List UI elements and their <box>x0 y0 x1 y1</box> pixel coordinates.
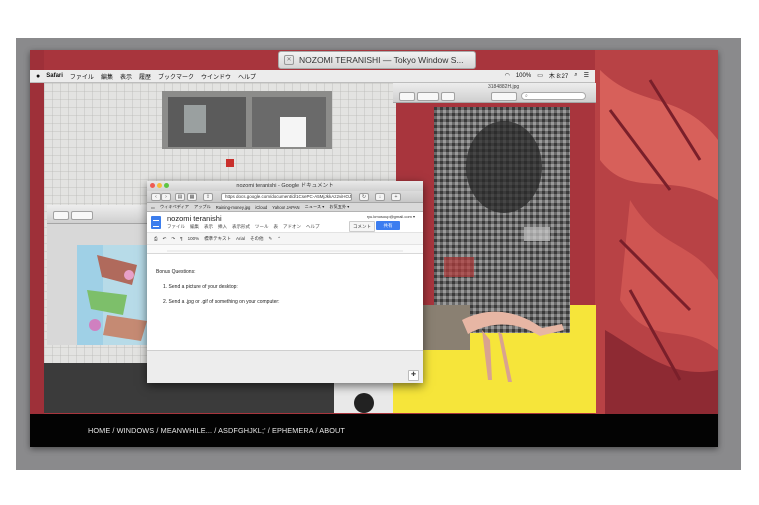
clock[interactable]: 木 8:27 <box>549 71 568 80</box>
share-icon[interactable]: ⇪ <box>203 193 213 201</box>
document-gray-area <box>147 350 423 383</box>
bookmarks-bar: ▭ ウィキペディア アップル Raining-money.jpg iCloud … <box>147 203 423 212</box>
site-nav-links[interactable]: HOME / WINDOWS / MEANWHILE... / ASDFGHJK… <box>88 426 345 435</box>
new-tab-icon[interactable]: + <box>391 193 401 201</box>
markup-button[interactable] <box>491 92 517 101</box>
font-select[interactable]: Arial <box>236 236 245 241</box>
window-controls <box>150 183 169 188</box>
bookmarks-icon[interactable]: ▭ <box>151 205 155 210</box>
zoom-select[interactable]: 100% <box>188 236 200 241</box>
zoom-button[interactable] <box>71 211 93 220</box>
comments-button[interactable]: コメント <box>349 221 375 232</box>
sidebar-toggle-button[interactable] <box>399 92 415 101</box>
docs-menu-table[interactable]: 表 <box>274 224 279 230</box>
undo-icon[interactable]: ↶ <box>163 236 167 242</box>
docs-formatting-toolbar: ⎙ ↶ ↷ ¶ 100% 標準テキスト Arial その他 ✎ ⌃ <box>147 232 423 245</box>
more-menu[interactable]: その他 <box>250 236 264 242</box>
menu-window[interactable]: ウインドウ <box>201 72 231 81</box>
menu-view[interactable]: 表示 <box>120 72 132 81</box>
left-preview-window <box>47 205 149 345</box>
apple-icon[interactable]: ● <box>36 73 40 80</box>
preview-search-input[interactable]: ⌕ <box>521 92 586 100</box>
docs-menu-file[interactable]: ファイル <box>167 224 185 230</box>
menu-file[interactable]: ファイル <box>70 72 94 81</box>
docs-header: nozomi teranishi ファイル 編集 表示 挿入 表示形式 ツール … <box>147 212 423 232</box>
safari-window-title: nozomi teranishi - Google ドキュメント <box>236 183 334 189</box>
zoom-window-icon[interactable] <box>164 183 169 188</box>
bookmark-item[interactable]: ウィキペディア <box>160 204 189 210</box>
print-icon[interactable]: ⎙ <box>154 236 158 241</box>
menu-help[interactable]: ヘルプ <box>238 72 256 81</box>
safari-toolbar: ‹ › ▤ ▦ ⇪ https docs.google.com/document… <box>147 191 423 203</box>
redo-icon[interactable]: ↷ <box>171 236 175 242</box>
doc-list-item: 1. Send a picture of your desktop: <box>163 284 238 290</box>
docs-menu-tools[interactable]: ツール <box>255 224 269 230</box>
safari-title-bar: nozomi teranishi - Google ドキュメント <box>147 181 423 191</box>
figure-collage <box>422 305 564 382</box>
sidebar-icon[interactable]: ▤ <box>175 193 185 201</box>
menu-app[interactable]: Safari <box>46 73 63 79</box>
reload-icon[interactable]: ↻ <box>359 193 369 201</box>
docs-menu-view[interactable]: 表示 <box>204 224 213 230</box>
collapse-icon[interactable]: ⌃ <box>277 236 281 242</box>
left-preview-toolbar <box>47 205 149 224</box>
site-navigation: HOME / WINDOWS / MEANWHILE... / ASDFGHJK… <box>30 414 718 447</box>
account-email[interactable]: ryu.kmosoup@gmail.com ▾ <box>367 214 415 219</box>
zoom-button[interactable] <box>417 92 439 101</box>
battery-icon: ▭ <box>537 73 543 79</box>
minimize-window-icon[interactable] <box>157 183 162 188</box>
search-icon[interactable]: ⌕ <box>574 72 577 79</box>
docs-menu-insert[interactable]: 挿入 <box>218 224 227 230</box>
wifi-icon[interactable]: ◠ <box>505 72 510 79</box>
downloads-icon[interactable]: ↓ <box>375 193 385 201</box>
mac-menubar: ● Safari ファイル 編集 表示 履歴 ブックマーク ウインドウ ヘルプ … <box>30 70 595 83</box>
share-icon[interactable] <box>441 92 455 101</box>
safari-google-docs-window: nozomi teranishi - Google ドキュメント ‹ › ▤ ▦… <box>147 181 423 383</box>
menu-edit[interactable]: 編集 <box>101 72 113 81</box>
docs-menu-help[interactable]: ヘルプ <box>306 224 320 230</box>
back-icon[interactable]: ‹ <box>151 193 161 201</box>
bookmark-item[interactable]: ニュース ▾ <box>305 204 325 210</box>
list-icon[interactable]: ☰ <box>584 72 589 79</box>
preview-filename: 3184882H.jpg <box>488 84 520 90</box>
doc-list-item: 2. Send a .jpg or .gif of something on y… <box>163 299 280 305</box>
ruler-ticks <box>167 250 403 252</box>
forward-icon[interactable]: › <box>161 193 171 201</box>
3d-collage-image <box>77 245 149 345</box>
bookmark-item[interactable]: Yahoo! JAPAN <box>272 205 299 210</box>
close-window-icon[interactable] <box>150 183 155 188</box>
docs-menu-addons[interactable]: アドオン <box>283 224 301 230</box>
document-ruler <box>147 245 423 254</box>
address-bar[interactable]: https docs.google.com/document/d/1CsePC-… <box>221 193 352 201</box>
document-title[interactable]: nozomi teranishi <box>167 214 222 223</box>
battery-level[interactable]: 100% <box>516 73 531 79</box>
website-viewport: ● Safari ファイル 編集 表示 履歴 ブックマーク ウインドウ ヘルプ … <box>30 50 718 447</box>
pen-icon[interactable]: ✎ <box>269 236 273 242</box>
sidebar-toggle-button[interactable] <box>53 211 69 220</box>
document-body[interactable]: Bonus Questions: 1. Send a picture of yo… <box>147 260 423 350</box>
close-tab-icon[interactable]: ✕ <box>284 55 294 65</box>
style-select[interactable]: 標準テキスト <box>204 236 231 242</box>
bookmark-item[interactable]: アップル <box>194 204 211 210</box>
docs-menu-edit[interactable]: 編集 <box>190 224 199 230</box>
explore-icon[interactable]: ✚ <box>408 370 419 381</box>
docs-menu-bar: ファイル 編集 表示 挿入 表示形式 ツール 表 アドオン ヘルプ <box>167 224 320 230</box>
doc-heading: Bonus Questions: <box>156 269 196 275</box>
bookmark-item[interactable]: iCloud <box>255 205 267 210</box>
google-docs-logo-icon[interactable] <box>151 216 161 229</box>
menu-history[interactable]: 履歴 <box>139 72 151 81</box>
paint-format-icon[interactable]: ¶ <box>180 236 182 241</box>
browser-tab[interactable]: ✕ NOZOMI TERANISHI — Tokyo Window S... <box>278 51 476 69</box>
top-sites-icon[interactable]: ▦ <box>187 193 197 201</box>
bookmark-item[interactable]: お気五外 ▾ <box>329 204 349 210</box>
preview-window-toolbar: 3184882H.jpg ⌕ <box>393 83 596 103</box>
docs-menu-format[interactable]: 表示形式 <box>232 224 250 230</box>
share-button[interactable]: 共有 <box>376 221 400 230</box>
tab-title: NOZOMI TERANISHI — Tokyo Window S... <box>299 55 464 65</box>
bookmark-item[interactable]: Raining-money.jpg <box>216 205 251 210</box>
menu-bookmarks[interactable]: ブックマーク <box>158 72 194 81</box>
